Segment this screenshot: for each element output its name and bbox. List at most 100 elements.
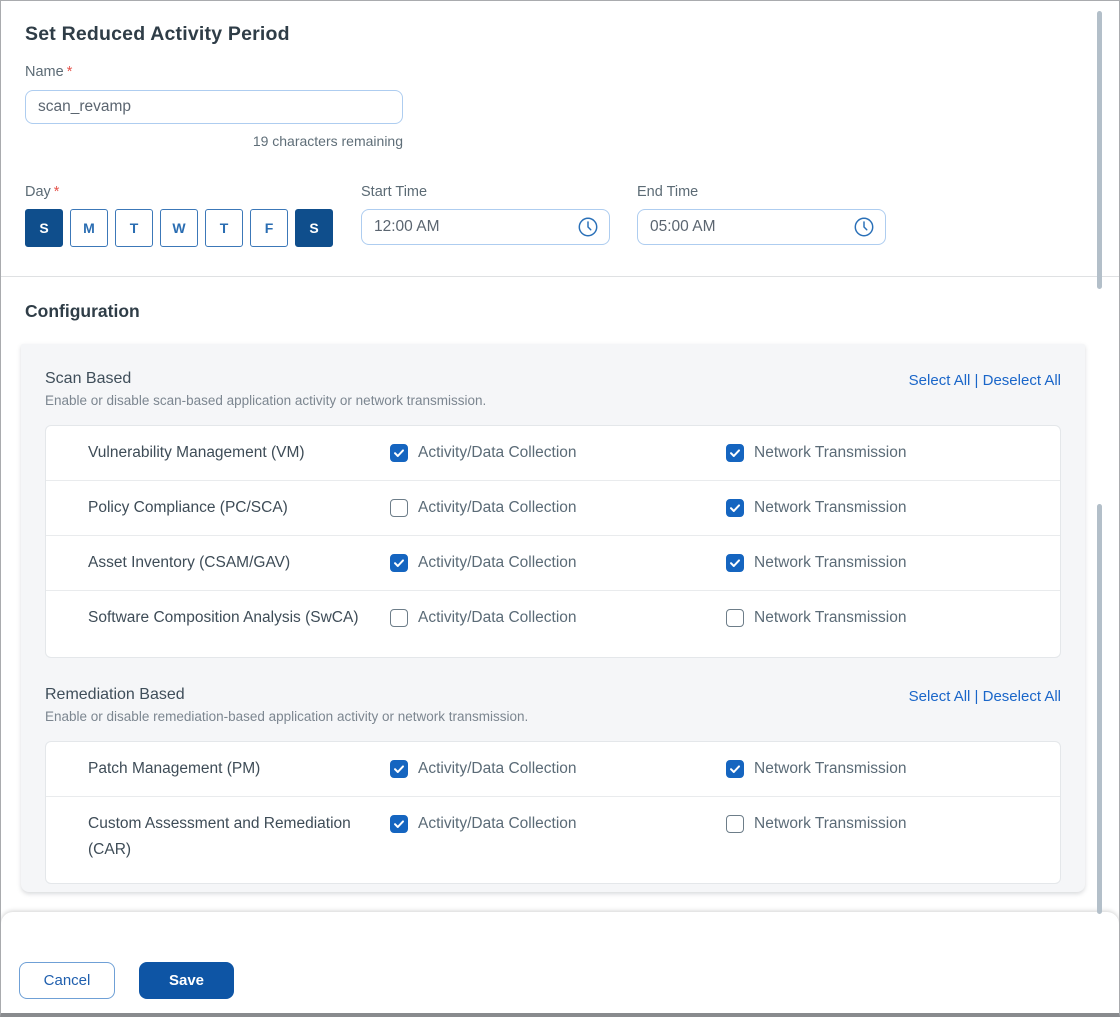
activity-checkbox-label: Activity/Data Collection — [418, 756, 577, 782]
deselect-all-link[interactable]: Deselect All — [983, 372, 1061, 389]
module-name: Vulnerability Management (VM) — [88, 440, 390, 466]
name-label: Name* — [25, 64, 1095, 80]
day-button-saturday[interactable]: S — [295, 209, 333, 247]
day-button-tuesday[interactable]: T — [115, 209, 153, 247]
module-name: Custom Assessment and Remediation (CAR) — [88, 811, 390, 863]
activity-checkbox-item: Activity/Data Collection — [390, 756, 726, 782]
network-checkbox-item: Network Transmission — [726, 756, 1060, 782]
scrollbar-thumb-upper[interactable] — [1097, 11, 1102, 289]
end-time-input[interactable]: 05:00 AM — [637, 209, 886, 245]
remediation-based-description: Enable or disable remediation-based appl… — [45, 709, 528, 724]
required-asterisk: * — [54, 184, 60, 200]
configuration-heading: Configuration — [25, 301, 1095, 322]
select-all-link[interactable]: Select All — [909, 688, 971, 705]
module-name: Patch Management (PM) — [88, 756, 390, 782]
start-time-input[interactable]: 12:00 AM — [361, 209, 610, 245]
activity-checkbox-label: Activity/Data Collection — [418, 811, 577, 837]
day-buttons: S M T W T F S — [25, 209, 361, 247]
select-all-link[interactable]: Select All — [909, 372, 971, 389]
network-checkbox-item: Network Transmission — [726, 605, 1060, 631]
network-checkbox-label: Network Transmission — [754, 440, 906, 466]
required-asterisk: * — [67, 64, 73, 80]
day-button-monday[interactable]: M — [70, 209, 108, 247]
network-checkbox-item: Network Transmission — [726, 550, 1060, 576]
network-checkbox[interactable] — [726, 499, 744, 517]
activity-checkbox[interactable] — [390, 499, 408, 517]
day-button-sunday[interactable]: S — [25, 209, 63, 247]
scan-based-section: Scan Based Enable or disable scan-based … — [45, 370, 1061, 658]
remediation-based-rows-card: Patch Management (PM) Activity/Data Coll… — [45, 741, 1061, 884]
network-checkbox-item: Network Transmission — [726, 811, 1060, 837]
network-checkbox-label: Network Transmission — [754, 605, 906, 631]
deselect-all-link[interactable]: Deselect All — [983, 688, 1061, 705]
footer-action-bar: Cancel Save — [1, 912, 1119, 1013]
clock-icon[interactable] — [853, 216, 875, 238]
day-button-wednesday[interactable]: W — [160, 209, 198, 247]
name-input[interactable] — [25, 90, 403, 124]
remediation-based-title: Remediation Based — [45, 686, 528, 704]
activity-checkbox-item: Activity/Data Collection — [390, 811, 726, 837]
network-checkbox-label: Network Transmission — [754, 811, 906, 837]
table-row: Software Composition Analysis (SwCA) Act… — [46, 591, 1060, 657]
day-selector-group: Day* S M T W T F S — [25, 184, 361, 247]
end-time-group: End Time 05:00 AM — [637, 184, 886, 247]
clock-icon[interactable] — [577, 216, 599, 238]
section-divider — [1, 276, 1119, 277]
page-title: Set Reduced Activity Period — [25, 23, 1095, 46]
scrollbar-thumb-lower[interactable] — [1097, 504, 1102, 914]
network-checkbox-label: Network Transmission — [754, 550, 906, 576]
activity-checkbox[interactable] — [390, 444, 408, 462]
network-checkbox-item: Network Transmission — [726, 495, 1060, 521]
activity-checkbox-item: Activity/Data Collection — [390, 495, 726, 521]
day-label: Day* — [25, 184, 361, 200]
day-button-friday[interactable]: F — [250, 209, 288, 247]
activity-checkbox-item: Activity/Data Collection — [390, 440, 726, 466]
start-time-value: 12:00 AM — [374, 218, 577, 236]
activity-checkbox[interactable] — [390, 554, 408, 572]
cancel-button[interactable]: Cancel — [19, 962, 115, 999]
remediation-based-section: Remediation Based Enable or disable reme… — [45, 686, 1061, 884]
characters-remaining-text: 19 characters remaining — [25, 133, 403, 149]
table-row: Vulnerability Management (VM) Activity/D… — [46, 426, 1060, 481]
schedule-row: Day* S M T W T F S Start Time 12:00 AM — [25, 184, 1095, 247]
module-name: Asset Inventory (CSAM/GAV) — [88, 550, 390, 576]
activity-checkbox[interactable] — [390, 609, 408, 627]
day-button-thursday[interactable]: T — [205, 209, 243, 247]
activity-checkbox[interactable] — [390, 760, 408, 778]
network-checkbox[interactable] — [726, 554, 744, 572]
remediation-based-bulk-links: Select All | Deselect All — [909, 688, 1061, 705]
activity-checkbox-label: Activity/Data Collection — [418, 495, 577, 521]
end-time-label: End Time — [637, 184, 886, 200]
remediation-based-header: Remediation Based Enable or disable reme… — [45, 686, 1061, 724]
network-checkbox[interactable] — [726, 444, 744, 462]
table-row: Patch Management (PM) Activity/Data Coll… — [46, 742, 1060, 797]
scan-based-bulk-links: Select All | Deselect All — [909, 372, 1061, 389]
activity-checkbox-item: Activity/Data Collection — [390, 550, 726, 576]
section-gap — [45, 658, 1061, 686]
link-separator: | — [975, 372, 979, 389]
activity-checkbox-label: Activity/Data Collection — [418, 605, 577, 631]
activity-checkbox-item: Activity/Data Collection — [390, 605, 726, 631]
link-separator: | — [975, 688, 979, 705]
scan-based-header: Scan Based Enable or disable scan-based … — [45, 370, 1061, 408]
table-row: Policy Compliance (PC/SCA) Activity/Data… — [46, 481, 1060, 536]
activity-checkbox-label: Activity/Data Collection — [418, 550, 577, 576]
activity-checkbox-label: Activity/Data Collection — [418, 440, 577, 466]
scan-based-title: Scan Based — [45, 370, 486, 388]
module-name: Software Composition Analysis (SwCA) — [88, 605, 390, 631]
start-time-group: Start Time 12:00 AM — [361, 184, 610, 247]
network-checkbox-label: Network Transmission — [754, 495, 906, 521]
network-checkbox[interactable] — [726, 760, 744, 778]
network-checkbox-label: Network Transmission — [754, 756, 906, 782]
name-field-block: Name* 19 characters remaining — [25, 64, 1095, 149]
network-checkbox[interactable] — [726, 815, 744, 833]
table-row: Custom Assessment and Remediation (CAR) … — [46, 797, 1060, 883]
configuration-panel: Scan Based Enable or disable scan-based … — [21, 344, 1085, 892]
network-checkbox[interactable] — [726, 609, 744, 627]
start-time-label: Start Time — [361, 184, 610, 200]
activity-checkbox[interactable] — [390, 815, 408, 833]
network-checkbox-item: Network Transmission — [726, 440, 1060, 466]
table-row: Asset Inventory (CSAM/GAV) Activity/Data… — [46, 536, 1060, 591]
set-reduced-activity-period-dialog: Set Reduced Activity Period Name* 19 cha… — [0, 0, 1120, 1017]
save-button[interactable]: Save — [139, 962, 234, 999]
